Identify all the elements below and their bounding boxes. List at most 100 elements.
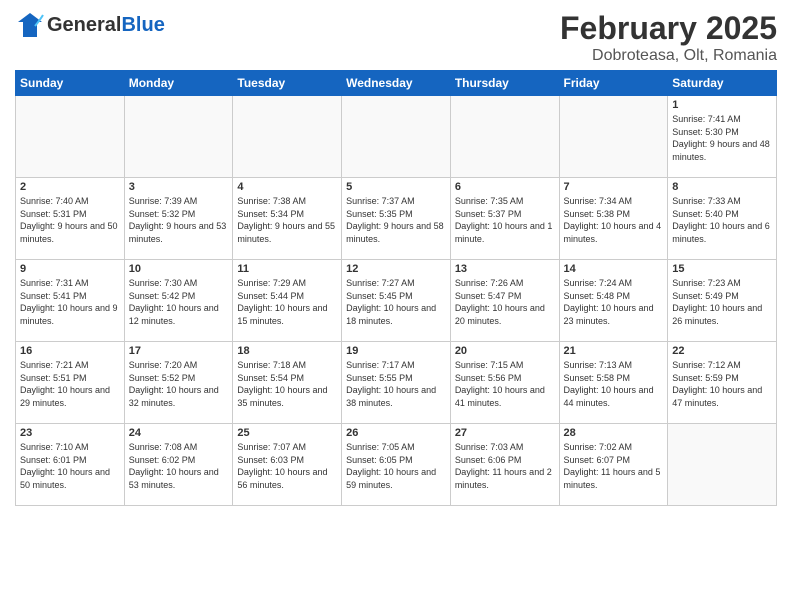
day-info-24: Sunrise: 7:08 AM Sunset: 6:02 PM Dayligh… [129,441,229,491]
calendar-cell-3-4: 20 Sunrise: 7:15 AM Sunset: 5:56 PM Dayli… [450,342,559,424]
day-info-3: Sunrise: 7:39 AM Sunset: 5:32 PM Dayligh… [129,195,229,245]
day-info-21: Sunrise: 7:13 AM Sunset: 5:58 PM Dayligh… [564,359,664,409]
day-info-2: Sunrise: 7:40 AM Sunset: 5:31 PM Dayligh… [20,195,120,245]
header-friday: Friday [559,71,668,96]
day-info-7: Sunrise: 7:34 AM Sunset: 5:38 PM Dayligh… [564,195,664,245]
calendar-cell-2-6: 15 Sunrise: 7:23 AM Sunset: 5:49 PM Dayli… [668,260,777,342]
day-info-9: Sunrise: 7:31 AM Sunset: 5:41 PM Dayligh… [20,277,120,327]
day-info-20: Sunrise: 7:15 AM Sunset: 5:56 PM Dayligh… [455,359,555,409]
logo-icon [15,10,45,40]
calendar-cell-1-4: 6 Sunrise: 7:35 AM Sunset: 5:37 PM Daylig… [450,178,559,260]
header-saturday: Saturday [668,71,777,96]
header-wednesday: Wednesday [342,71,451,96]
day-number-10: 10 [129,263,229,275]
day-info-16: Sunrise: 7:21 AM Sunset: 5:51 PM Dayligh… [20,359,120,409]
calendar-cell-0-1 [124,96,233,178]
calendar-cell-4-3: 26 Sunrise: 7:05 AM Sunset: 6:05 PM Dayli… [342,424,451,506]
day-number-21: 21 [564,345,664,357]
calendar-cell-1-6: 8 Sunrise: 7:33 AM Sunset: 5:40 PM Daylig… [668,178,777,260]
week-row-2: 2 Sunrise: 7:40 AM Sunset: 5:31 PM Daylig… [16,178,777,260]
week-row-3: 9 Sunrise: 7:31 AM Sunset: 5:41 PM Daylig… [16,260,777,342]
day-info-26: Sunrise: 7:05 AM Sunset: 6:05 PM Dayligh… [346,441,446,491]
day-number-2: 2 [20,181,120,193]
calendar-cell-2-3: 12Sunrise: 7:27 AM Sunset: 5:45 PM Dayli… [342,260,451,342]
day-info-14: Sunrise: 7:24 AM Sunset: 5:48 PM Dayligh… [564,277,664,327]
header-thursday: Thursday [450,71,559,96]
calendar-cell-3-5: 21 Sunrise: 7:13 AM Sunset: 5:58 PM Dayli… [559,342,668,424]
day-number-8: 8 [672,181,772,193]
header: GeneralBlue February 2025 Dobroteasa, Ol… [15,10,777,65]
day-number-25: 25 [237,427,337,439]
logo: GeneralBlue [15,10,165,40]
calendar-cell-3-3: 19 Sunrise: 7:17 AM Sunset: 5:55 PM Dayli… [342,342,451,424]
main-container: GeneralBlue February 2025 Dobroteasa, Ol… [0,0,792,511]
day-number-20: 20 [455,345,555,357]
day-info-6: Sunrise: 7:35 AM Sunset: 5:37 PM Dayligh… [455,195,555,245]
day-info-4: Sunrise: 7:38 AM Sunset: 5:34 PM Dayligh… [237,195,337,245]
day-number-14: 14 [564,263,664,275]
logo-text: GeneralBlue [47,14,165,37]
day-info-27: Sunrise: 7:03 AM Sunset: 6:06 PM Dayligh… [455,441,555,491]
calendar-cell-2-5: 14 Sunrise: 7:24 AM Sunset: 5:48 PM Dayli… [559,260,668,342]
day-info-11: Sunrise: 7:29 AM Sunset: 5:44 PM Dayligh… [237,277,337,327]
calendar-cell-1-0: 2 Sunrise: 7:40 AM Sunset: 5:31 PM Daylig… [16,178,125,260]
week-row-1: 1 Sunrise: 7:41 AM Sunset: 5:30 PM Daylig… [16,96,777,178]
day-number-1: 1 [672,99,772,111]
day-number-27: 27 [455,427,555,439]
logo-blue: Blue [121,14,164,36]
day-info-15: Sunrise: 7:23 AM Sunset: 5:49 PM Dayligh… [672,277,772,327]
day-number-24: 24 [129,427,229,439]
title-section: February 2025 Dobroteasa, Olt, Romania [560,10,777,65]
weekday-header-row: Sunday Monday Tuesday Wednesday Thursday… [16,71,777,96]
day-info-18: Sunrise: 7:18 AM Sunset: 5:54 PM Dayligh… [237,359,337,409]
day-number-11: 11 [237,263,337,275]
calendar-cell-3-0: 16 Sunrise: 7:21 AM Sunset: 5:51 PM Dayli… [16,342,125,424]
calendar-cell-1-3: 5 Sunrise: 7:37 AM Sunset: 5:35 PM Daylig… [342,178,451,260]
calendar-cell-4-1: 24 Sunrise: 7:08 AM Sunset: 6:02 PM Dayli… [124,424,233,506]
calendar-cell-4-2: 25 Sunrise: 7:07 AM Sunset: 6:03 PM Dayli… [233,424,342,506]
day-number-9: 9 [20,263,120,275]
day-number-3: 3 [129,181,229,193]
day-info-10: Sunrise: 7:30 AM Sunset: 5:42 PM Dayligh… [129,277,229,327]
calendar-cell-2-2: 11 Sunrise: 7:29 AM Sunset: 5:44 PM Dayli… [233,260,342,342]
day-info-23: Sunrise: 7:10 AM Sunset: 6:01 PM Dayligh… [20,441,120,491]
calendar-cell-0-0 [16,96,125,178]
calendar-cell-3-1: 17Sunrise: 7:20 AM Sunset: 5:52 PM Dayli… [124,342,233,424]
day-number-15: 15 [672,263,772,275]
calendar-cell-2-1: 10 Sunrise: 7:30 AM Sunset: 5:42 PM Dayli… [124,260,233,342]
calendar-cell-3-2: 18 Sunrise: 7:18 AM Sunset: 5:54 PM Dayli… [233,342,342,424]
calendar-cell-0-4 [450,96,559,178]
day-number-28: 28 [564,427,664,439]
day-info-17: Sunrise: 7:20 AM Sunset: 5:52 PM Dayligh… [129,359,229,409]
day-number-22: 22 [672,345,772,357]
day-info-1: Sunrise: 7:41 AM Sunset: 5:30 PM Dayligh… [672,113,772,163]
calendar-cell-2-0: 9 Sunrise: 7:31 AM Sunset: 5:41 PM Daylig… [16,260,125,342]
day-number-6: 6 [455,181,555,193]
header-sunday: Sunday [16,71,125,96]
header-monday: Monday [124,71,233,96]
day-number-19: 19 [346,345,446,357]
day-number-26: 26 [346,427,446,439]
day-number-13: 13 [455,263,555,275]
day-info-8: Sunrise: 7:33 AM Sunset: 5:40 PM Dayligh… [672,195,772,245]
day-number-23: 23 [20,427,120,439]
week-row-4: 16 Sunrise: 7:21 AM Sunset: 5:51 PM Dayli… [16,342,777,424]
day-info-28: Sunrise: 7:02 AM Sunset: 6:07 PM Dayligh… [564,441,664,491]
day-info-25: Sunrise: 7:07 AM Sunset: 6:03 PM Dayligh… [237,441,337,491]
day-number-16: 16 [20,345,120,357]
month-title: February 2025 [560,10,777,47]
day-info-19: Sunrise: 7:17 AM Sunset: 5:55 PM Dayligh… [346,359,446,409]
day-number-5: 5 [346,181,446,193]
calendar-cell-0-3 [342,96,451,178]
day-number-12: 12 [346,263,446,275]
calendar-cell-4-0: 23 Sunrise: 7:10 AM Sunset: 6:01 PM Dayli… [16,424,125,506]
calendar-cell-0-2 [233,96,342,178]
location: Dobroteasa, Olt, Romania [560,47,777,65]
day-info-22: Sunrise: 7:12 AM Sunset: 5:59 PM Dayligh… [672,359,772,409]
calendar-cell-4-5: 28 Sunrise: 7:02 AM Sunset: 6:07 PM Dayli… [559,424,668,506]
day-info-13: Sunrise: 7:26 AM Sunset: 5:47 PM Dayligh… [455,277,555,327]
calendar-cell-4-4: 27 Sunrise: 7:03 AM Sunset: 6:06 PM Dayli… [450,424,559,506]
header-tuesday: Tuesday [233,71,342,96]
day-number-18: 18 [237,345,337,357]
day-info-5: Sunrise: 7:37 AM Sunset: 5:35 PM Dayligh… [346,195,446,245]
